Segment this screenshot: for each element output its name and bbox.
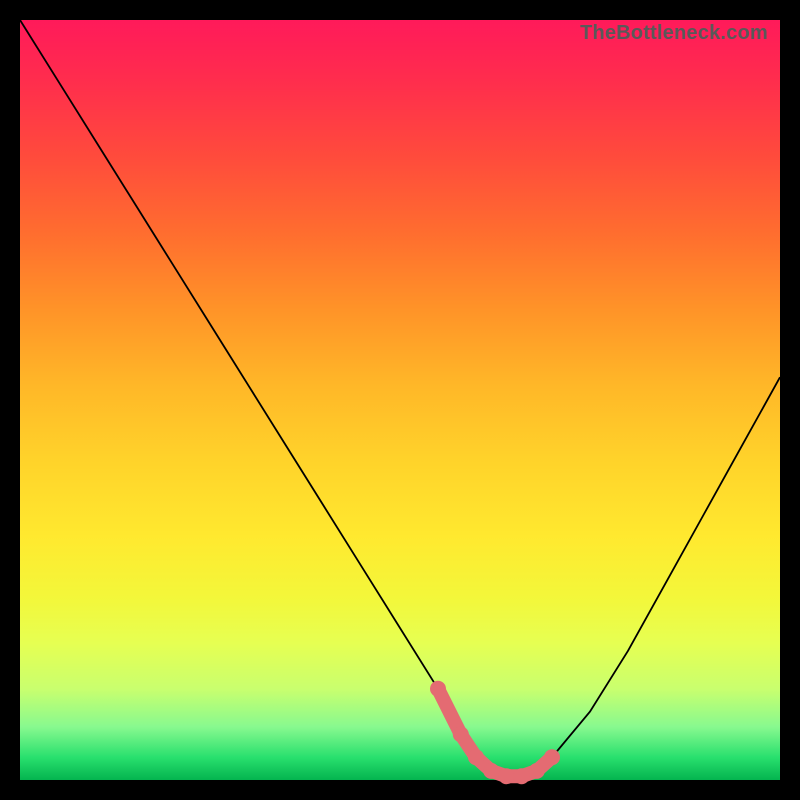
optimal-range-marker xyxy=(430,681,446,697)
chart-frame: TheBottleneck.com xyxy=(0,0,800,800)
optimal-range-marker xyxy=(544,749,560,765)
optimal-range-marker xyxy=(468,749,484,765)
optimal-range-marker xyxy=(498,768,514,784)
optimal-range-marker xyxy=(453,726,469,742)
optimal-range-marker xyxy=(514,768,530,784)
optimal-range-marker xyxy=(529,763,545,779)
bottleneck-curve xyxy=(20,20,780,776)
plot-area: TheBottleneck.com xyxy=(20,20,780,780)
optimal-range-marker xyxy=(483,763,499,779)
curve-layer xyxy=(20,20,780,780)
